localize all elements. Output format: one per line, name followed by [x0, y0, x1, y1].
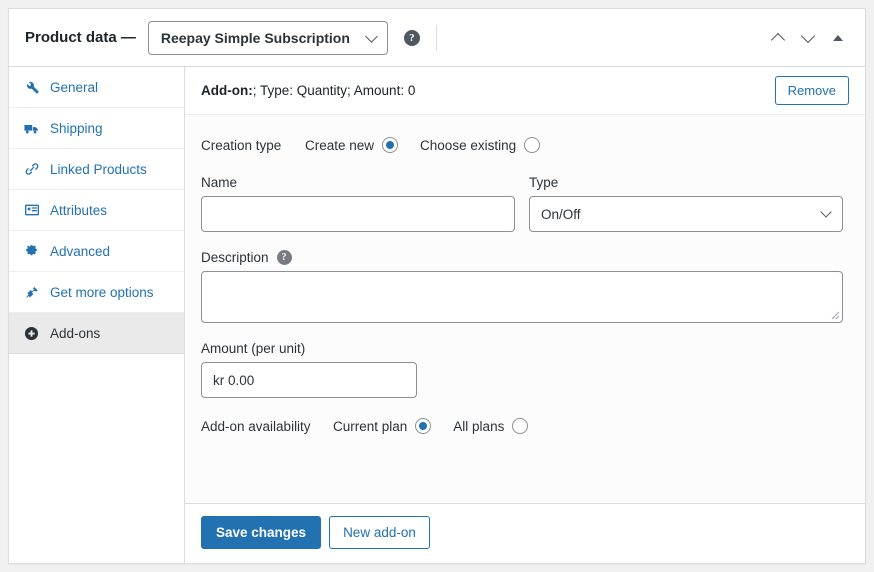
- sidebar-item-add-ons[interactable]: Add-ons: [9, 313, 184, 354]
- name-label: Name: [201, 175, 238, 190]
- availability-row: Add-on availability Current plan All pla…: [201, 418, 843, 434]
- sidebar-item-label: Advanced: [50, 243, 111, 259]
- creation-type-radio-group: Create new Choose existing: [305, 137, 541, 153]
- addon-actions: Save changes New add-on: [185, 503, 865, 563]
- product-data-tabs: General Shipping Linked Products Attribu…: [9, 67, 185, 563]
- radio-label-choose-existing[interactable]: Choose existing: [420, 138, 516, 153]
- radio-label-all-plans[interactable]: All plans: [453, 419, 504, 434]
- radio-choose-existing[interactable]: [524, 137, 541, 153]
- help-circle-icon[interactable]: ?: [403, 29, 420, 46]
- panel-body: General Shipping Linked Products Attribu…: [9, 67, 865, 563]
- product-type-select[interactable]: Reepay Simple Subscription: [147, 20, 388, 55]
- addon-summary: Add-on:; Type: Quantity; Amount: 0: [201, 83, 415, 98]
- sidebar-item-linked-products[interactable]: Linked Products: [9, 149, 184, 190]
- sidebar-item-label: Attributes: [50, 202, 108, 218]
- sidebar-item-label: Shipping: [50, 120, 103, 136]
- product-data-panel: Product data — Reepay Simple Subscriptio…: [8, 8, 866, 564]
- move-up-button[interactable]: [765, 25, 791, 51]
- description-label: Description ?: [201, 250, 843, 265]
- sidebar-item-label: General: [50, 79, 99, 95]
- new-addon-button[interactable]: New add-on: [329, 516, 430, 549]
- description-textarea[interactable]: [201, 271, 843, 323]
- description-box: [201, 271, 843, 323]
- name-type-row: Name Type On/Off: [201, 175, 843, 232]
- type-label: Type: [529, 175, 559, 190]
- name-field-group: Name: [201, 175, 515, 232]
- save-changes-button[interactable]: Save changes: [201, 516, 322, 549]
- availability-radio-group: Current plan All plans: [333, 418, 529, 434]
- product-type-value: Reepay Simple Subscription: [160, 29, 350, 46]
- radio-label-create-new[interactable]: Create new: [305, 138, 374, 153]
- panel-header: Product data — Reepay Simple Subscriptio…: [9, 9, 865, 67]
- sidebar-item-label: Add-ons: [50, 325, 101, 341]
- addon-summary-rest: ; Type: Quantity; Amount: 0: [252, 83, 416, 98]
- amount-input[interactable]: [201, 362, 417, 398]
- addon-form: Creation type Create new Choose existing…: [185, 115, 865, 503]
- description-field-group: Description ?: [201, 250, 843, 323]
- name-input[interactable]: [201, 196, 515, 232]
- radio-label-current-plan[interactable]: Current plan: [333, 419, 407, 434]
- sidebar-item-get-more-options[interactable]: Get more options: [9, 272, 184, 313]
- header-divider: [435, 24, 437, 51]
- addon-type-select[interactable]: On/Off: [529, 196, 843, 232]
- addon-summary-prefix: Add-on:: [201, 83, 253, 98]
- radio-all-plans[interactable]: [512, 418, 529, 434]
- sidebar-item-label: Get more options: [50, 284, 154, 300]
- creation-type-row: Creation type Create new Choose existing: [201, 137, 843, 153]
- chevron-down-icon: [820, 206, 832, 218]
- link-icon: [23, 161, 40, 178]
- type-field-group: Type On/Off: [529, 175, 843, 232]
- availability-label: Add-on availability: [201, 418, 311, 434]
- plugin-icon: [23, 284, 40, 301]
- help-circle-icon[interactable]: ?: [276, 250, 292, 265]
- addon-summary-row: Add-on:; Type: Quantity; Amount: 0 Remov…: [185, 67, 865, 115]
- move-down-button[interactable]: [795, 25, 821, 51]
- attributes-icon: [23, 202, 40, 219]
- description-label-text: Description: [201, 250, 269, 265]
- sidebar-item-advanced[interactable]: Advanced: [9, 231, 184, 272]
- page-title: Product data —: [25, 29, 136, 46]
- gear-icon: [23, 243, 40, 260]
- creation-type-label: Creation type: [201, 137, 282, 153]
- truck-icon: [23, 120, 40, 137]
- remove-addon-button[interactable]: Remove: [774, 76, 849, 105]
- chevron-down-icon: [800, 28, 816, 43]
- triangle-up-icon: [833, 34, 843, 41]
- radio-create-new[interactable]: [382, 137, 399, 153]
- sidebar-item-attributes[interactable]: Attributes: [9, 190, 184, 231]
- sidebar-item-label: Linked Products: [50, 161, 147, 177]
- chevron-up-icon: [770, 32, 786, 47]
- addon-type-value: On/Off: [541, 206, 581, 222]
- add-ons-panel: Add-on:; Type: Quantity; Amount: 0 Remov…: [185, 67, 865, 563]
- amount-field-group: Amount (per unit): [201, 341, 417, 398]
- plus-circle-icon: [23, 325, 40, 342]
- collapse-toggle-button[interactable]: [825, 25, 851, 51]
- sidebar-item-general[interactable]: General: [9, 67, 184, 108]
- chevron-down-icon: [364, 29, 378, 43]
- radio-current-plan[interactable]: [415, 418, 432, 434]
- amount-label: Amount (per unit): [201, 341, 306, 356]
- sidebar-item-shipping[interactable]: Shipping: [9, 108, 184, 149]
- wrench-icon: [23, 79, 40, 96]
